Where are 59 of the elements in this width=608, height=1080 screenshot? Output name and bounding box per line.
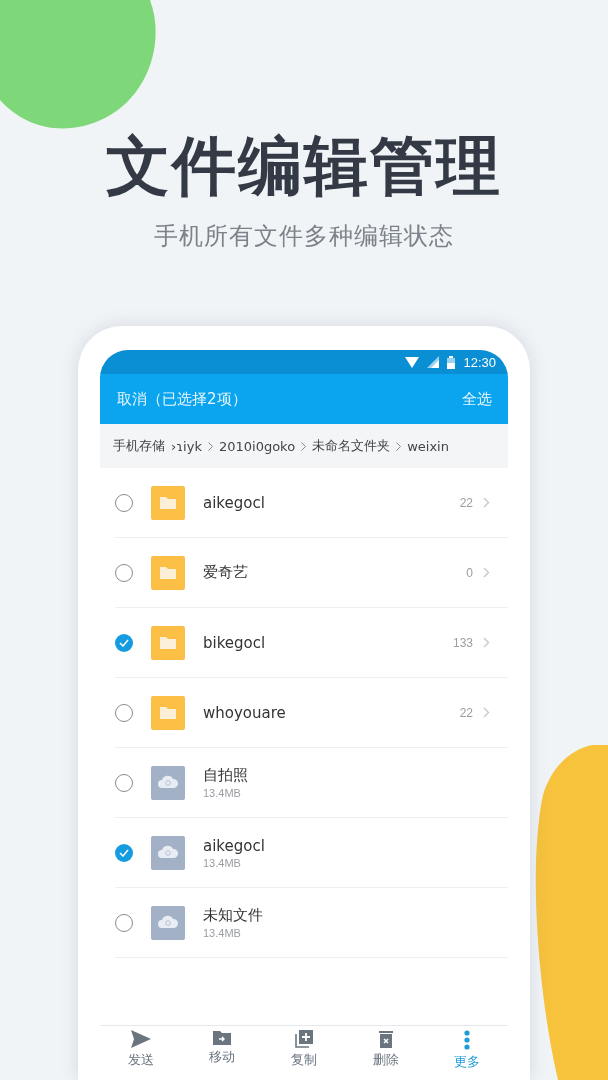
more-icon	[464, 1030, 471, 1050]
chevron-icon	[483, 707, 490, 718]
file-name: 自拍照	[203, 766, 249, 785]
breadcrumb-item[interactable]: weixin	[407, 438, 449, 454]
trash-icon	[378, 1030, 393, 1048]
signal-icon	[427, 356, 440, 368]
file-row[interactable]: whoyouare 22	[115, 678, 508, 748]
unknown-file-icon	[151, 905, 185, 940]
file-size: 13.4MB	[203, 787, 242, 799]
copy-icon	[295, 1030, 313, 1048]
file-name: 未知文件	[203, 906, 264, 925]
file-row[interactable]: 自拍照 13.4MB	[115, 748, 508, 818]
item-count: 0	[466, 565, 473, 580]
file-row[interactable]: bikegocl 133	[115, 608, 508, 678]
chevron-icon	[207, 441, 213, 451]
folder-icon	[151, 555, 185, 590]
chevron-icon	[483, 497, 490, 508]
file-name: aikegocl	[203, 836, 266, 855]
unknown-file-icon	[151, 765, 185, 800]
file-row[interactable]: 爱奇艺 0	[115, 538, 508, 608]
breadcrumb-item[interactable]: 2010i0goko	[218, 438, 296, 454]
action-button[interactable]: 复制	[263, 1026, 345, 1080]
action-button[interactable]: 移动	[181, 1026, 264, 1080]
headline: 文件编辑管理	[106, 128, 502, 204]
select-checkbox[interactable]	[115, 633, 133, 652]
breadcrumb-item[interactable]: ›ɿiyk	[171, 438, 202, 454]
status-time: 12:30	[463, 354, 496, 370]
file-size: 13.4MB	[203, 927, 242, 939]
checkmark-icon	[119, 638, 129, 647]
file-name: whoyouare	[203, 703, 287, 722]
file-name: 爱奇艺	[203, 563, 249, 582]
file-name: aikegocl	[203, 493, 266, 512]
item-count: 22	[459, 495, 473, 510]
file-row[interactable]: aikegocl 22	[115, 468, 508, 538]
item-count: 133	[452, 635, 473, 650]
action-button[interactable]: 删除	[344, 1026, 427, 1080]
folder-icon	[151, 625, 185, 660]
select-checkbox[interactable]	[115, 843, 133, 862]
send-icon	[130, 1030, 151, 1048]
battery-icon	[447, 355, 456, 369]
folder-icon	[151, 695, 185, 730]
checkmark-icon	[119, 848, 129, 857]
folder-icon	[151, 485, 185, 520]
chevron-icon	[483, 637, 490, 648]
chevron-icon	[301, 441, 307, 451]
file-row[interactable]: 未知文件 13.4MB	[115, 888, 508, 958]
unknown-file-icon	[151, 835, 185, 870]
wifi-icon	[405, 356, 420, 368]
chevron-icon	[396, 441, 402, 451]
file-size: 13.4MB	[203, 856, 242, 869]
action-button[interactable]: 发送	[100, 1026, 182, 1080]
chevron-icon	[483, 567, 490, 578]
item-count: 22	[459, 705, 473, 720]
file-name: bikegocl	[203, 633, 267, 652]
folder-arrow-icon	[213, 1030, 232, 1045]
subtitle: 手机所有文件多种编辑状态	[154, 221, 454, 252]
breadcrumb-item[interactable]: 未命名文件夹	[312, 437, 391, 455]
file-row[interactable]: aikegocl 13.4MB	[115, 818, 508, 888]
breadcrumb-item[interactable]: 手机存储	[113, 437, 165, 455]
